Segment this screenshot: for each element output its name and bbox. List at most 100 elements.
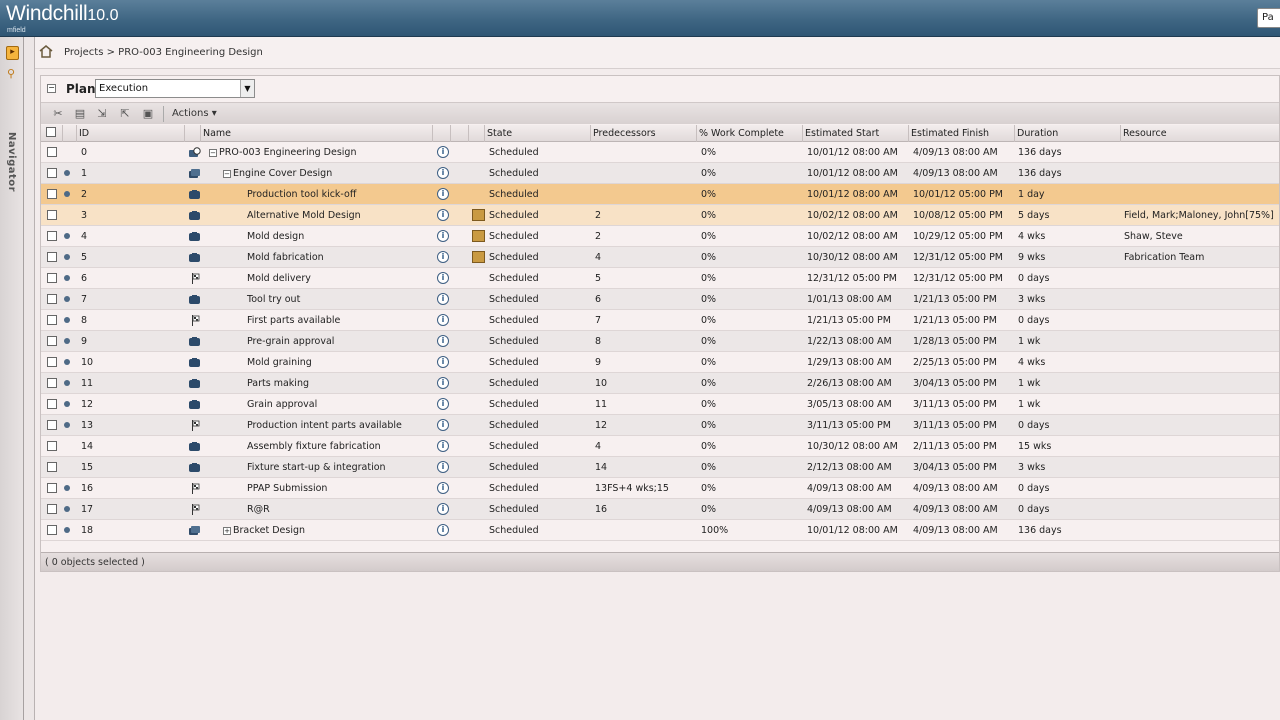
collapse-icon[interactable]: − — [209, 148, 217, 157]
row-name-cell[interactable]: Mold graining — [247, 352, 312, 373]
navigator-label[interactable]: Navigator — [6, 132, 17, 192]
row-name-cell[interactable]: R@R — [247, 499, 270, 520]
info-icon[interactable]: i — [437, 230, 449, 242]
task-name[interactable]: Mold fabrication — [247, 252, 324, 263]
finish-column-header[interactable]: Estimated Finish — [909, 125, 1015, 142]
task-name[interactable]: PPAP Submission — [247, 483, 327, 494]
row-checkbox[interactable] — [47, 441, 57, 451]
row-checkbox[interactable] — [47, 462, 57, 472]
info-icon[interactable]: i — [437, 167, 449, 179]
id-column-header[interactable]: ID — [77, 125, 185, 142]
table-row[interactable]: 3 Alternative Mold Design i Scheduled 2 0% 10/… — [41, 205, 1279, 226]
table-row[interactable]: 10 Mold graining i Scheduled 9 0% 1/29/13 08:0… — [41, 352, 1279, 373]
task-name[interactable]: Tool try out — [247, 294, 300, 305]
row-name-cell[interactable]: − Engine Cover Design — [223, 163, 332, 184]
expand-navigator-icon[interactable]: ▸ — [6, 46, 19, 60]
task-name[interactable]: Pre-grain approval — [247, 336, 334, 347]
row-checkbox[interactable] — [47, 168, 57, 178]
row-checkbox[interactable] — [47, 336, 57, 346]
task-name[interactable]: Engine Cover Design — [233, 168, 332, 179]
table-row[interactable]: 11 Parts making i Scheduled 10 0% 2/26/13 08:0… — [41, 373, 1279, 394]
row-checkbox[interactable] — [47, 525, 57, 535]
table-row[interactable]: 2 Production tool kick-off i Scheduled 0% 10/… — [41, 184, 1279, 205]
row-checkbox[interactable] — [47, 231, 57, 241]
info-icon[interactable]: i — [437, 461, 449, 473]
row-name-cell[interactable]: Mold delivery — [247, 268, 311, 289]
row-checkbox[interactable] — [47, 357, 57, 367]
info-icon[interactable]: i — [437, 293, 449, 305]
row-name-cell[interactable]: Pre-grain approval — [247, 331, 334, 352]
chevron-down-icon[interactable]: ▼ — [240, 80, 254, 97]
select-all-checkbox[interactable] — [46, 127, 56, 137]
row-name-cell[interactable]: + Bracket Design — [223, 520, 305, 541]
task-name[interactable]: PRO-003 Engineering Design — [219, 147, 356, 158]
actions-menu[interactable]: Actions ▾ — [172, 108, 217, 119]
row-checkbox[interactable] — [47, 147, 57, 157]
info-icon[interactable]: i — [437, 314, 449, 326]
info-icon[interactable]: i — [437, 251, 449, 263]
plan-view-select[interactable]: Execution ▼ — [95, 79, 255, 98]
row-checkbox[interactable] — [47, 378, 57, 388]
task-name[interactable]: Mold graining — [247, 357, 312, 368]
row-name-cell[interactable]: PPAP Submission — [247, 478, 327, 499]
indent-icon[interactable]: ⇲ — [95, 107, 109, 121]
top-right-button[interactable]: Pa — [1257, 8, 1280, 28]
info-icon[interactable]: i — [437, 335, 449, 347]
task-name[interactable]: Fixture start-up & integration — [247, 462, 386, 473]
resource-column-header[interactable]: Resource — [1121, 125, 1280, 142]
row-checkbox[interactable] — [47, 315, 57, 325]
info-icon[interactable]: i — [437, 398, 449, 410]
outdent-icon[interactable]: ⇱ — [118, 107, 132, 121]
collapse-icon[interactable]: − — [223, 169, 231, 178]
expand-icon[interactable]: + — [223, 526, 231, 535]
info-icon[interactable]: i — [437, 503, 449, 515]
duration-column-header[interactable]: Duration — [1015, 125, 1121, 142]
row-checkbox[interactable] — [47, 273, 57, 283]
row-name-cell[interactable]: Fixture start-up & integration — [247, 457, 386, 478]
row-checkbox[interactable] — [47, 294, 57, 304]
info-icon[interactable]: i — [437, 524, 449, 536]
row-checkbox[interactable] — [47, 399, 57, 409]
row-checkbox[interactable] — [47, 189, 57, 199]
name-column-header[interactable]: Name — [201, 125, 433, 142]
row-name-cell[interactable]: Grain approval — [247, 394, 317, 415]
work-column-header[interactable]: % Work Complete — [697, 125, 803, 142]
row-name-cell[interactable]: Alternative Mold Design — [247, 205, 361, 226]
start-column-header[interactable]: Estimated Start — [803, 125, 909, 142]
deliverable-icon[interactable] — [472, 209, 485, 221]
table-row[interactable]: 9 Pre-grain approval i Scheduled 8 0% 1/22/13 … — [41, 331, 1279, 352]
search-icon[interactable]: ⚲ — [7, 67, 15, 80]
row-checkbox[interactable] — [47, 483, 57, 493]
table-row[interactable]: 0 − PRO-003 Engineering Design i Scheduled 0%… — [41, 142, 1279, 163]
table-row[interactable]: 18 + Bracket Design i Scheduled 100% 10/01/12 … — [41, 520, 1279, 541]
table-row[interactable]: 13 Production intent parts available i Sche… — [41, 415, 1279, 436]
table-row[interactable]: 12 Grain approval i Scheduled 11 0% 3/05/13 08… — [41, 394, 1279, 415]
table-row[interactable]: 8 First parts available i Scheduled 7 0% 1/21/… — [41, 310, 1279, 331]
copy-icon[interactable]: ▤ — [73, 107, 87, 121]
deliverable-icon[interactable] — [472, 251, 485, 263]
task-name[interactable]: Parts making — [247, 378, 309, 389]
task-name[interactable]: R@R — [247, 504, 270, 515]
row-name-cell[interactable]: Assembly fixture fabrication — [247, 436, 381, 457]
table-row[interactable]: 6 Mold delivery i Scheduled 5 0% 12/31/12 05:0… — [41, 268, 1279, 289]
table-row[interactable]: 16 PPAP Submission i Scheduled 13FS+4 wks;15… — [41, 478, 1279, 499]
info-icon[interactable]: i — [437, 482, 449, 494]
row-name-cell[interactable]: First parts available — [247, 310, 340, 331]
collapse-icon[interactable]: − — [47, 84, 56, 93]
task-name[interactable]: Production intent parts available — [247, 420, 402, 431]
task-name[interactable]: Assembly fixture fabrication — [247, 441, 381, 452]
cut-icon[interactable]: ✂ — [51, 107, 65, 121]
row-checkbox[interactable] — [47, 504, 57, 514]
info-icon[interactable]: i — [437, 272, 449, 284]
task-name[interactable]: First parts available — [247, 315, 340, 326]
table-row[interactable]: 15 Fixture start-up & integration i Schedul… — [41, 457, 1279, 478]
info-icon[interactable]: i — [437, 146, 449, 158]
insert-task-icon[interactable]: ▣ — [141, 107, 155, 121]
row-name-cell[interactable]: Mold fabrication — [247, 247, 324, 268]
row-name-cell[interactable]: Production tool kick-off — [247, 184, 356, 205]
table-row[interactable]: 5 Mold fabrication i Scheduled 4 0% 10/30/12 0… — [41, 247, 1279, 268]
breadcrumb-text[interactable]: Projects > PRO-003 Engineering Design — [64, 47, 263, 58]
table-row[interactable]: 1 − Engine Cover Design i Scheduled 0% 10/01/1… — [41, 163, 1279, 184]
predecessors-column-header[interactable]: Predecessors — [591, 125, 697, 142]
row-name-cell[interactable]: − PRO-003 Engineering Design — [209, 142, 356, 163]
